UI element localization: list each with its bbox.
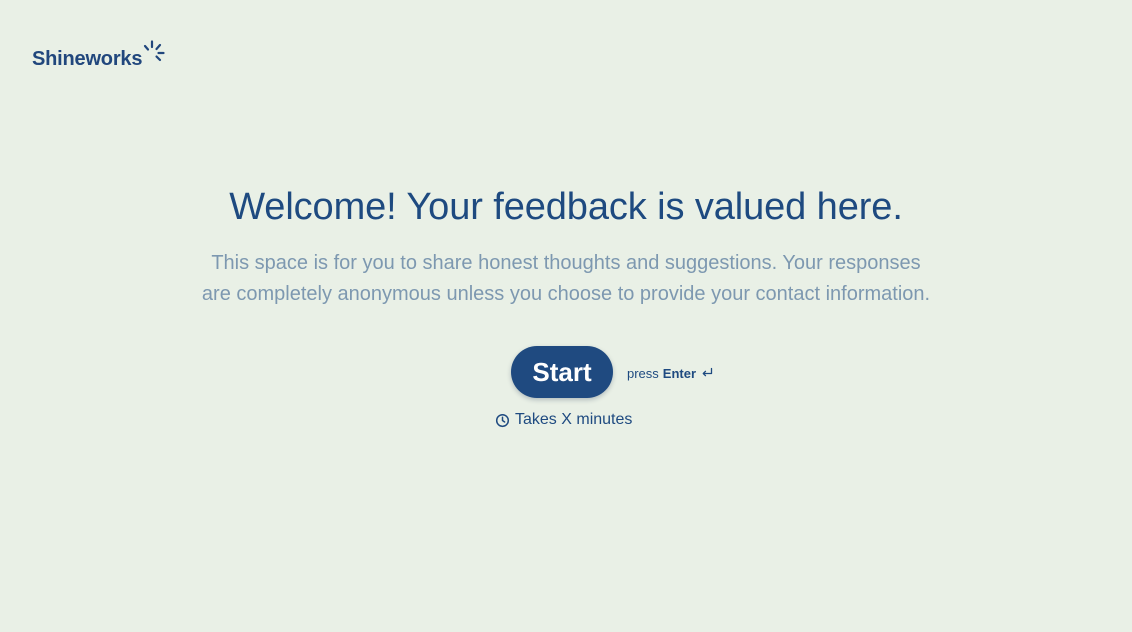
- welcome-description-line-1: This space is for you to share honest th…: [211, 252, 921, 274]
- page-title: Welcome! Your feedback is valued here.: [229, 186, 903, 228]
- welcome-hero: Welcome! Your feedback is valued here. T…: [0, 184, 1132, 310]
- brand-logo: Shineworks: [32, 40, 165, 72]
- duration-info: Takes X minutes: [495, 411, 632, 429]
- start-button[interactable]: Start: [511, 346, 613, 398]
- brand-logo-text: Shineworks: [32, 48, 143, 70]
- start-actions: Start press Enter: [511, 346, 713, 398]
- welcome-description-line-2: are completely anonymous unless you choo…: [201, 283, 931, 305]
- welcome-screen: Shineworks Welcome! Your feedback is val…: [0, 0, 1132, 632]
- duration-text: Takes X minutes: [515, 411, 633, 428]
- return-arrow-icon: [702, 367, 713, 377]
- clock-icon: [495, 413, 510, 427]
- keyboard-hint-key: Enter: [662, 365, 697, 381]
- keyboard-hint: press Enter: [627, 366, 713, 381]
- sparkle-icon: [144, 40, 165, 62]
- keyboard-hint-prefix: press: [627, 365, 659, 381]
- welcome-description: This space is for you to share honest th…: [156, 248, 976, 310]
